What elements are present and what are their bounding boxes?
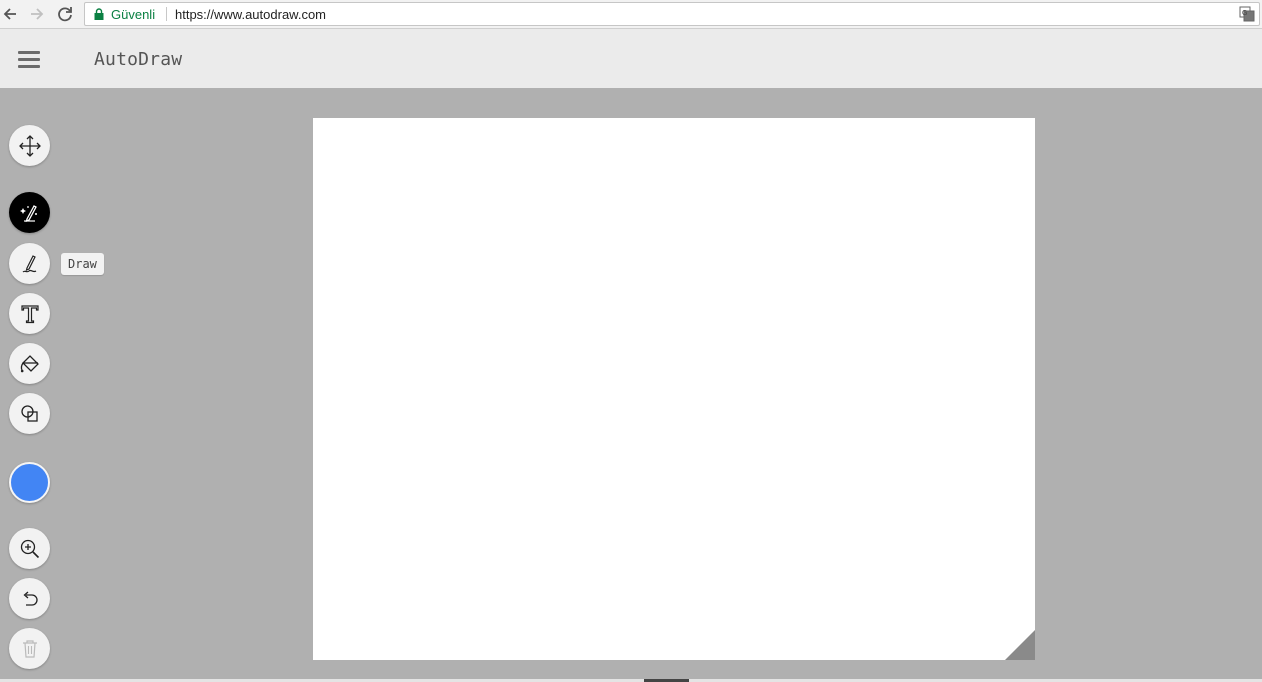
pencil-icon bbox=[22, 254, 36, 272]
lock-icon bbox=[94, 8, 104, 20]
undo-button[interactable] bbox=[9, 578, 50, 619]
reload-button[interactable] bbox=[54, 3, 76, 25]
omnibox-divider bbox=[166, 7, 167, 21]
autodraw-tool-button[interactable] bbox=[9, 192, 50, 233]
zoom-in-icon bbox=[20, 539, 39, 558]
forward-arrow-icon bbox=[31, 8, 44, 20]
draw-tool-button[interactable] bbox=[9, 243, 50, 284]
svg-text:G: G bbox=[1242, 10, 1247, 17]
canvas-resize-handle[interactable] bbox=[1005, 630, 1035, 660]
shapes-icon bbox=[20, 404, 38, 422]
browser-toolbar: Güvenli https://www.autodraw.com G bbox=[0, 0, 1262, 29]
address-bar[interactable]: Güvenli https://www.autodraw.com G bbox=[84, 2, 1260, 26]
zoom-tool-button[interactable] bbox=[9, 528, 50, 569]
fill-tool-button[interactable] bbox=[9, 343, 50, 384]
drawing-canvas[interactable] bbox=[313, 118, 1035, 660]
shape-tool-button[interactable] bbox=[9, 393, 50, 434]
url-text[interactable]: https://www.autodraw.com bbox=[175, 7, 326, 22]
tool-tooltip: Draw bbox=[61, 253, 104, 275]
secure-label: Güvenli bbox=[111, 7, 156, 22]
undo-icon bbox=[23, 591, 38, 606]
text-tool-button[interactable] bbox=[9, 293, 50, 334]
app-header: AutoDraw bbox=[0, 29, 1262, 88]
paint-bucket-icon bbox=[20, 354, 39, 372]
delete-button[interactable] bbox=[9, 628, 50, 669]
menu-icon[interactable] bbox=[18, 51, 40, 69]
reload-icon bbox=[58, 7, 72, 22]
text-t-icon bbox=[20, 304, 39, 323]
back-arrow-icon bbox=[3, 8, 16, 20]
color-picker-button[interactable] bbox=[9, 462, 50, 503]
trash-icon bbox=[22, 639, 37, 658]
move-tool-button[interactable] bbox=[9, 125, 50, 166]
back-button[interactable] bbox=[0, 3, 22, 25]
translate-icon[interactable]: G bbox=[1239, 6, 1255, 22]
app-title: AutoDraw bbox=[94, 49, 183, 70]
autodraw-pencil-sparkle-icon bbox=[19, 204, 37, 222]
forward-button[interactable] bbox=[26, 3, 48, 25]
move-arrows-icon bbox=[18, 134, 41, 157]
